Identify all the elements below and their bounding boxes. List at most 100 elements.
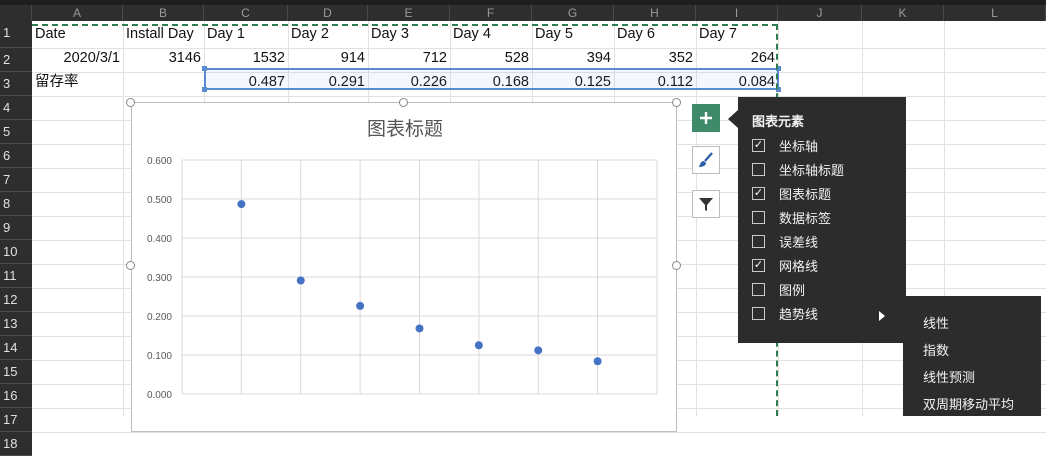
data-point[interactable]	[415, 324, 424, 333]
chart-element-option[interactable]: ✓ 坐标轴	[752, 134, 818, 156]
plus-icon	[700, 112, 712, 124]
row-header-3[interactable]: 3	[0, 72, 32, 96]
brush-icon	[699, 152, 713, 167]
copy-border-top	[32, 24, 778, 26]
chart-resize-handle[interactable]	[126, 98, 135, 107]
cell-b2[interactable]: 3146	[123, 46, 204, 70]
chart-area[interactable]: 图表标题 0.600 0.500 0.400 0.300 0.200 0.100 0.000	[131, 102, 677, 432]
column-header-e[interactable]: E	[368, 5, 450, 21]
y-tick-label: 0.100	[147, 351, 172, 362]
chart-element-option[interactable]: 误差线	[752, 230, 818, 252]
chart-element-option[interactable]: 图例	[752, 278, 805, 300]
chart-resize-handle[interactable]	[672, 261, 681, 270]
selected-range[interactable]	[202, 66, 781, 92]
trendline-option[interactable]: 双周期移动平均	[923, 395, 1014, 415]
row-header-6[interactable]: 6	[0, 144, 32, 168]
trendline-option[interactable]: 线性	[923, 314, 949, 334]
row-header-7[interactable]: 7	[0, 168, 32, 192]
column-header-f[interactable]: F	[450, 5, 532, 21]
cell-g2[interactable]: 394	[532, 46, 614, 70]
checkbox-checked-icon[interactable]: ✓	[752, 138, 765, 152]
selection-handle[interactable]	[202, 87, 207, 92]
column-header-a[interactable]: A	[32, 5, 123, 21]
row-header-13[interactable]: 13	[0, 312, 32, 336]
cell-e2[interactable]: 712	[368, 46, 450, 70]
checkbox-icon[interactable]	[752, 306, 765, 320]
chart-resize-handle[interactable]	[399, 98, 408, 107]
cell-b3[interactable]	[123, 70, 204, 94]
cell-c2[interactable]: 1532	[204, 46, 288, 70]
scatter-plot: 图表标题 0.600 0.500 0.400 0.300 0.200 0.100 0.000	[147, 118, 658, 401]
chart-resize-handle[interactable]	[672, 98, 681, 107]
chart-element-option[interactable]: 趋势线	[752, 302, 818, 324]
y-tick-label: 0.600	[147, 156, 172, 167]
row-header-1[interactable]: 1	[0, 21, 32, 48]
chart-title[interactable]: 图表标题	[367, 118, 443, 140]
row-header-8[interactable]: 8	[0, 192, 32, 216]
row-header-15[interactable]: 15	[0, 360, 32, 384]
row-header-16[interactable]: 16	[0, 384, 32, 408]
checkbox-icon[interactable]	[752, 162, 765, 176]
option-label: 误差线	[779, 234, 819, 250]
column-header-l[interactable]: L	[944, 5, 1046, 21]
checkbox-checked-icon[interactable]: ✓	[752, 186, 765, 200]
y-tick-label: 0.300	[147, 273, 172, 284]
trendline-option[interactable]: 指数	[923, 341, 949, 361]
chevron-right-icon	[879, 311, 885, 321]
row-header-12[interactable]: 12	[0, 288, 32, 312]
chart-element-option[interactable]: ✓ 图表标题	[752, 182, 831, 204]
row-header-2[interactable]: 2	[0, 48, 32, 72]
column-header-h[interactable]: H	[614, 5, 696, 21]
y-axis-ticks: 0.600 0.500 0.400 0.300 0.200 0.100 0.000	[147, 156, 172, 401]
column-header-d[interactable]: D	[288, 5, 368, 21]
cell-f2[interactable]: 528	[450, 46, 532, 70]
checkbox-icon[interactable]	[752, 210, 765, 224]
y-tick-label: 0.200	[147, 312, 172, 323]
row-header-10[interactable]: 10	[0, 240, 32, 264]
column-header-b[interactable]: B	[123, 5, 204, 21]
row-header-14[interactable]: 14	[0, 336, 32, 360]
cell-a3[interactable]: 留存率	[32, 70, 123, 94]
trendline-submenu: 线性指数线性预测双周期移动平均	[903, 296, 1041, 416]
cell-a2[interactable]: 2020/3/1	[32, 46, 123, 70]
data-point[interactable]	[356, 301, 365, 310]
chart-styles-button[interactable]	[692, 146, 720, 174]
row-header-18[interactable]: 18	[0, 432, 32, 456]
selection-handle[interactable]	[202, 66, 207, 71]
row-header-9[interactable]: 9	[0, 216, 32, 240]
column-header-j[interactable]: J	[778, 5, 862, 21]
chart-resize-handle[interactable]	[126, 261, 135, 270]
chart-filters-button[interactable]	[692, 190, 720, 218]
option-label: 坐标轴标题	[779, 162, 845, 178]
panel-title: 图表元素	[752, 114, 805, 129]
cell-i2[interactable]: 264	[696, 46, 778, 70]
column-header-g[interactable]: G	[532, 5, 614, 21]
checkbox-icon[interactable]	[752, 282, 765, 296]
checkbox-checked-icon[interactable]: ✓	[752, 258, 765, 272]
option-label: 图表标题	[779, 186, 832, 202]
option-label: 趋势线	[779, 306, 819, 322]
column-header-k[interactable]: K	[862, 5, 944, 21]
cell-h2[interactable]: 352	[614, 46, 696, 70]
data-point[interactable]	[474, 341, 483, 350]
chart-elements-button[interactable]	[692, 104, 720, 132]
row-header-11[interactable]: 11	[0, 264, 32, 288]
row-header-17[interactable]: 17	[0, 408, 32, 432]
column-header-i[interactable]: I	[696, 5, 778, 21]
row-header-5[interactable]: 5	[0, 120, 32, 144]
data-point[interactable]	[296, 276, 305, 285]
y-tick-label: 0.500	[147, 195, 172, 206]
option-label: 图例	[779, 282, 806, 298]
select-all-corner[interactable]	[0, 5, 32, 21]
chart-element-option[interactable]: 坐标轴标题	[752, 158, 844, 180]
data-point[interactable]	[237, 200, 246, 209]
chart-element-option[interactable]: ✓ 网格线	[752, 254, 818, 276]
cell-d2[interactable]: 914	[288, 46, 368, 70]
chart-element-option[interactable]: 数据标签	[752, 206, 831, 228]
column-header-c[interactable]: C	[204, 5, 288, 21]
row-header-4[interactable]: 4	[0, 96, 32, 120]
data-point[interactable]	[593, 357, 602, 366]
data-point[interactable]	[534, 346, 543, 355]
checkbox-icon[interactable]	[752, 234, 765, 248]
trendline-option[interactable]: 线性预测	[923, 368, 975, 388]
